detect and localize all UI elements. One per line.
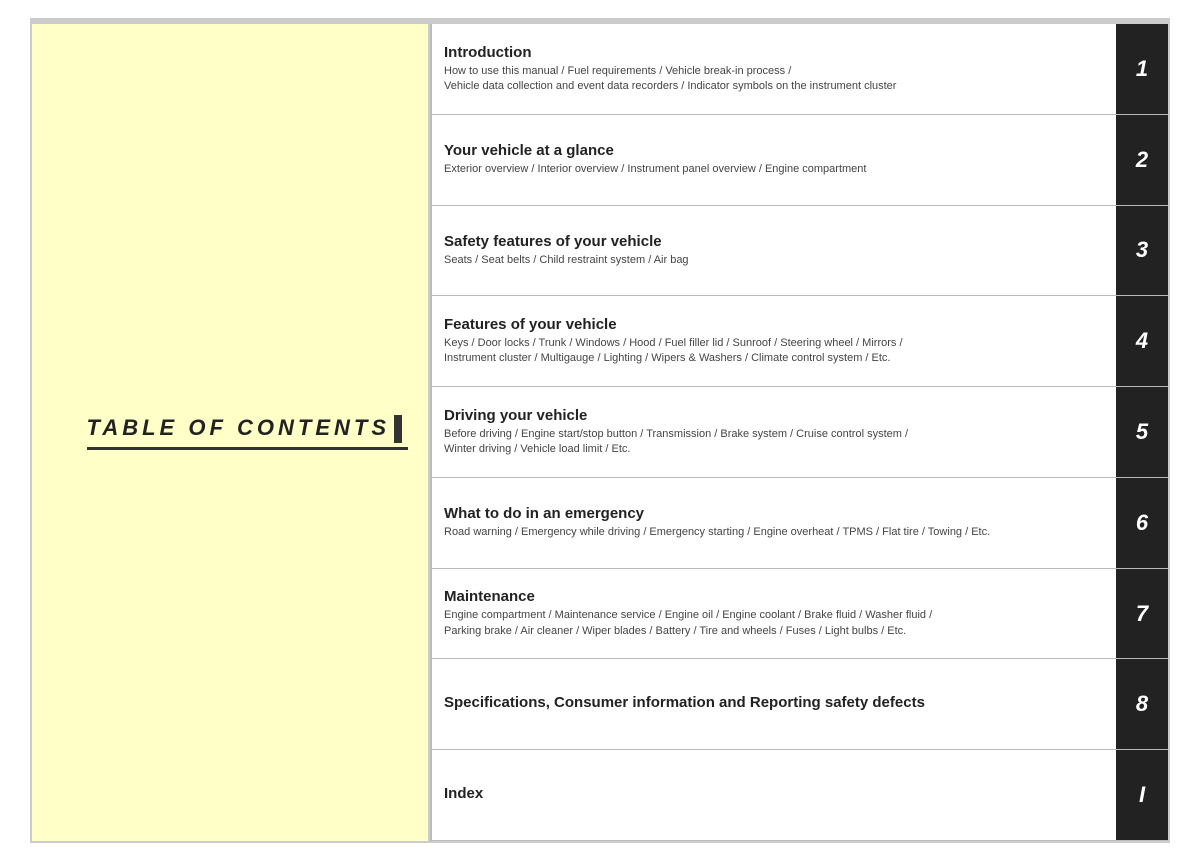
toc-content-safety: Safety features of your vehicle Seats / S… [430,206,1116,296]
toc-row-emergency[interactable]: What to do in an emergency Road warning /… [430,478,1168,569]
toc-content-specifications: Specifications, Consumer information and… [430,659,1116,749]
toc-number-safety: 3 [1116,206,1168,296]
toc-title-driving: Driving your vehicle [444,407,1104,424]
bottom-border [30,841,1170,843]
toc-title-intro: Introduction [444,44,1104,61]
toc-title: TABLE OF CONTENTS [87,415,408,450]
toc-content-driving: Driving your vehicle Before driving / Eng… [430,387,1116,477]
toc-title-index: Index [444,785,1104,802]
toc-title-glance: Your vehicle at a glance [444,142,1104,159]
toc-title-specifications: Specifications, Consumer information and… [444,694,1104,711]
page-wrapper: TABLE OF CONTENTS Introduction How to use… [0,0,1200,861]
toc-desc-emergency: Road warning / Emergency while driving /… [444,525,1104,540]
toc-desc-maintenance: Engine compartment / Maintenance service… [444,608,1104,639]
toc-number-maintenance: 7 [1116,569,1168,659]
toc-desc-features: Keys / Door locks / Trunk / Windows / Ho… [444,336,1104,367]
toc-title-features: Features of your vehicle [444,316,1104,333]
toc-content-features: Features of your vehicle Keys / Door lock… [430,296,1116,386]
toc-row-intro[interactable]: Introduction How to use this manual / Fue… [430,24,1168,115]
toc-desc-glance: Exterior overview / Interior overview / … [444,162,1104,177]
toc-number-features: 4 [1116,296,1168,386]
right-panel: Introduction How to use this manual / Fue… [430,24,1170,841]
toc-desc-driving: Before driving / Engine start/stop butto… [444,427,1104,458]
toc-number-emergency: 6 [1116,478,1168,568]
toc-number-intro: 1 [1116,24,1168,114]
left-panel: TABLE OF CONTENTS [30,24,430,841]
content-area: TABLE OF CONTENTS Introduction How to use… [30,24,1170,841]
toc-number-glance: 2 [1116,115,1168,205]
toc-desc-intro: How to use this manual / Fuel requiremen… [444,64,1104,95]
toc-row-index[interactable]: Index I [430,750,1168,841]
toc-row-specifications[interactable]: Specifications, Consumer information and… [430,659,1168,750]
toc-title-maintenance: Maintenance [444,588,1104,605]
toc-title-safety: Safety features of your vehicle [444,233,1104,250]
toc-title-emergency: What to do in an emergency [444,505,1104,522]
toc-content-emergency: What to do in an emergency Road warning /… [430,478,1116,568]
toc-desc-safety: Seats / Seat belts / Child restraint sys… [444,253,1104,268]
toc-number-specifications: 8 [1116,659,1168,749]
toc-row-features[interactable]: Features of your vehicle Keys / Door lock… [430,296,1168,387]
toc-content-maintenance: Maintenance Engine compartment / Maintena… [430,569,1116,659]
toc-number-driving: 5 [1116,387,1168,477]
toc-row-safety[interactable]: Safety features of your vehicle Seats / S… [430,206,1168,297]
toc-content-glance: Your vehicle at a glance Exterior overvie… [430,115,1116,205]
toc-row-maintenance[interactable]: Maintenance Engine compartment / Maintena… [430,569,1168,660]
toc-content-index: Index [430,750,1116,840]
toc-row-glance[interactable]: Your vehicle at a glance Exterior overvie… [430,115,1168,206]
toc-row-driving[interactable]: Driving your vehicle Before driving / Eng… [430,387,1168,478]
toc-number-index: I [1116,750,1168,840]
toc-content-intro: Introduction How to use this manual / Fue… [430,24,1116,114]
